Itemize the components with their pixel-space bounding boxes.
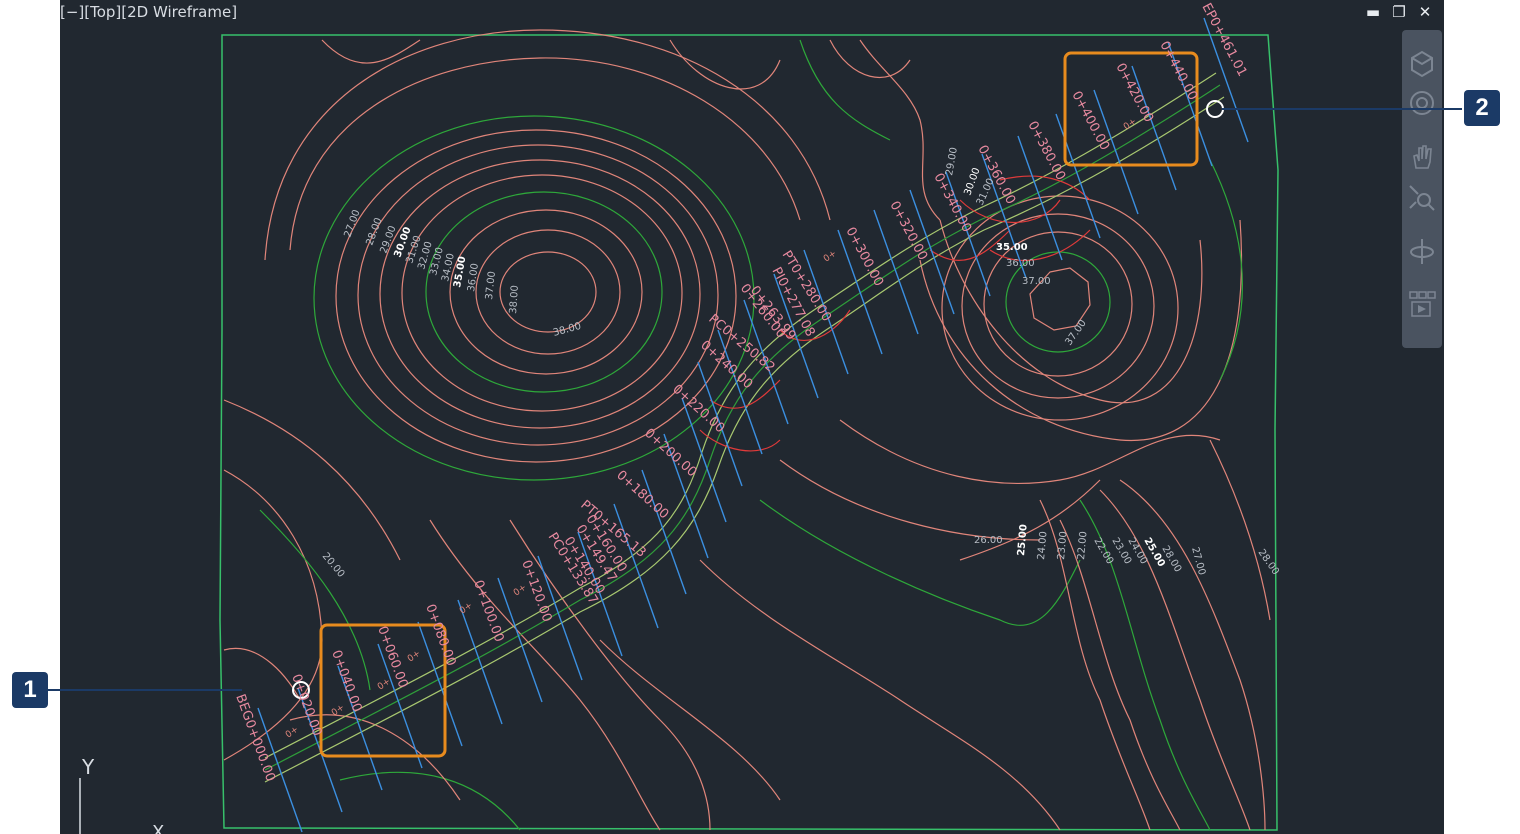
road-corridor: [264, 72, 1225, 783]
contour-label: 23.00: [1056, 531, 1069, 560]
contour-label: 37.00: [1022, 276, 1051, 287]
ucs-icon: Y X: [79, 755, 164, 834]
contours-lower: [223, 399, 1271, 831]
callout-2-badge: 2: [1464, 90, 1500, 126]
restore-viewport-button[interactable]: ❐: [1388, 2, 1410, 22]
callout-1-leader: [48, 689, 242, 691]
drawing-viewport[interactable]: 27.00 28.00 29.00 30.00 31.00 32.00 33.0…: [60, 0, 1444, 834]
contour-label: 37.00: [484, 271, 498, 301]
contour-label: 24.00: [1036, 531, 1049, 560]
contours-left-hill: [264, 29, 941, 481]
station-mark: 0+: [458, 601, 475, 617]
station-mark: 0+: [406, 649, 423, 665]
close-viewport-button[interactable]: ✕: [1414, 2, 1436, 22]
callout-2-leader: [1222, 108, 1462, 110]
contour-label: 37.00: [1063, 318, 1088, 348]
drawing-canvas[interactable]: 27.00 28.00 29.00 30.00 31.00 32.00 33.0…: [60, 0, 1444, 834]
station-mark: 0+: [284, 725, 301, 741]
zoom-extents-icon[interactable]: [1406, 182, 1438, 212]
contour-label: 38.00: [552, 321, 583, 339]
station-label: BEG0+000.00: [232, 692, 278, 783]
station-mark: 0+: [822, 249, 839, 265]
contour-label: 25.00: [1016, 524, 1030, 557]
contour-label: 28.00: [1256, 547, 1281, 577]
station-label: 0+080.00: [422, 602, 458, 668]
pan-icon[interactable]: [1406, 142, 1438, 172]
minimize-viewport-button[interactable]: ▬: [1362, 2, 1384, 22]
contour-label: 38.00: [508, 285, 521, 314]
contour-label: 22.00: [1076, 531, 1089, 560]
station-label: 0+440.00: [1156, 39, 1200, 103]
contour-label: 20.00: [320, 551, 347, 580]
ucs-x-label: X: [152, 822, 164, 834]
navigation-bar: [1402, 30, 1442, 348]
callout-1-badge: 1: [12, 672, 48, 708]
station-label: 0+300.00: [842, 225, 886, 289]
contour-label: 36.00: [1006, 258, 1035, 269]
station-label: 0+320.00: [886, 199, 930, 263]
station-label: 0+040.00: [328, 648, 364, 714]
steering-wheel-icon[interactable]: [1406, 88, 1438, 118]
contour-label: 27.00: [342, 208, 362, 239]
contour-label: 36.00: [466, 263, 481, 293]
contour-label: 35.00: [996, 242, 1028, 253]
sample-line: [641, 469, 687, 595]
ucs-y-label: Y: [81, 755, 95, 779]
station-label: EP0+461.01: [1198, 1, 1249, 79]
station-mark: 0+: [512, 583, 529, 599]
station-label: 0+060.00: [374, 624, 410, 690]
station-labels: BEG0+000.00 0+020.00 0+040.00 0+060.00 0+080…: [232, 1, 1249, 784]
contour-label: 29.00: [944, 146, 960, 176]
station-label: 0+220.00: [669, 382, 727, 436]
contour-label: 26.00: [974, 535, 1003, 546]
contour-label: 27.00: [1189, 546, 1207, 577]
orbit-icon[interactable]: [1406, 236, 1438, 266]
contours-right-hill: [919, 159, 1243, 442]
station-label: 0+180.00: [613, 468, 671, 522]
view-cube-icon[interactable]: [1406, 48, 1438, 78]
showmotion-icon[interactable]: [1406, 288, 1438, 318]
